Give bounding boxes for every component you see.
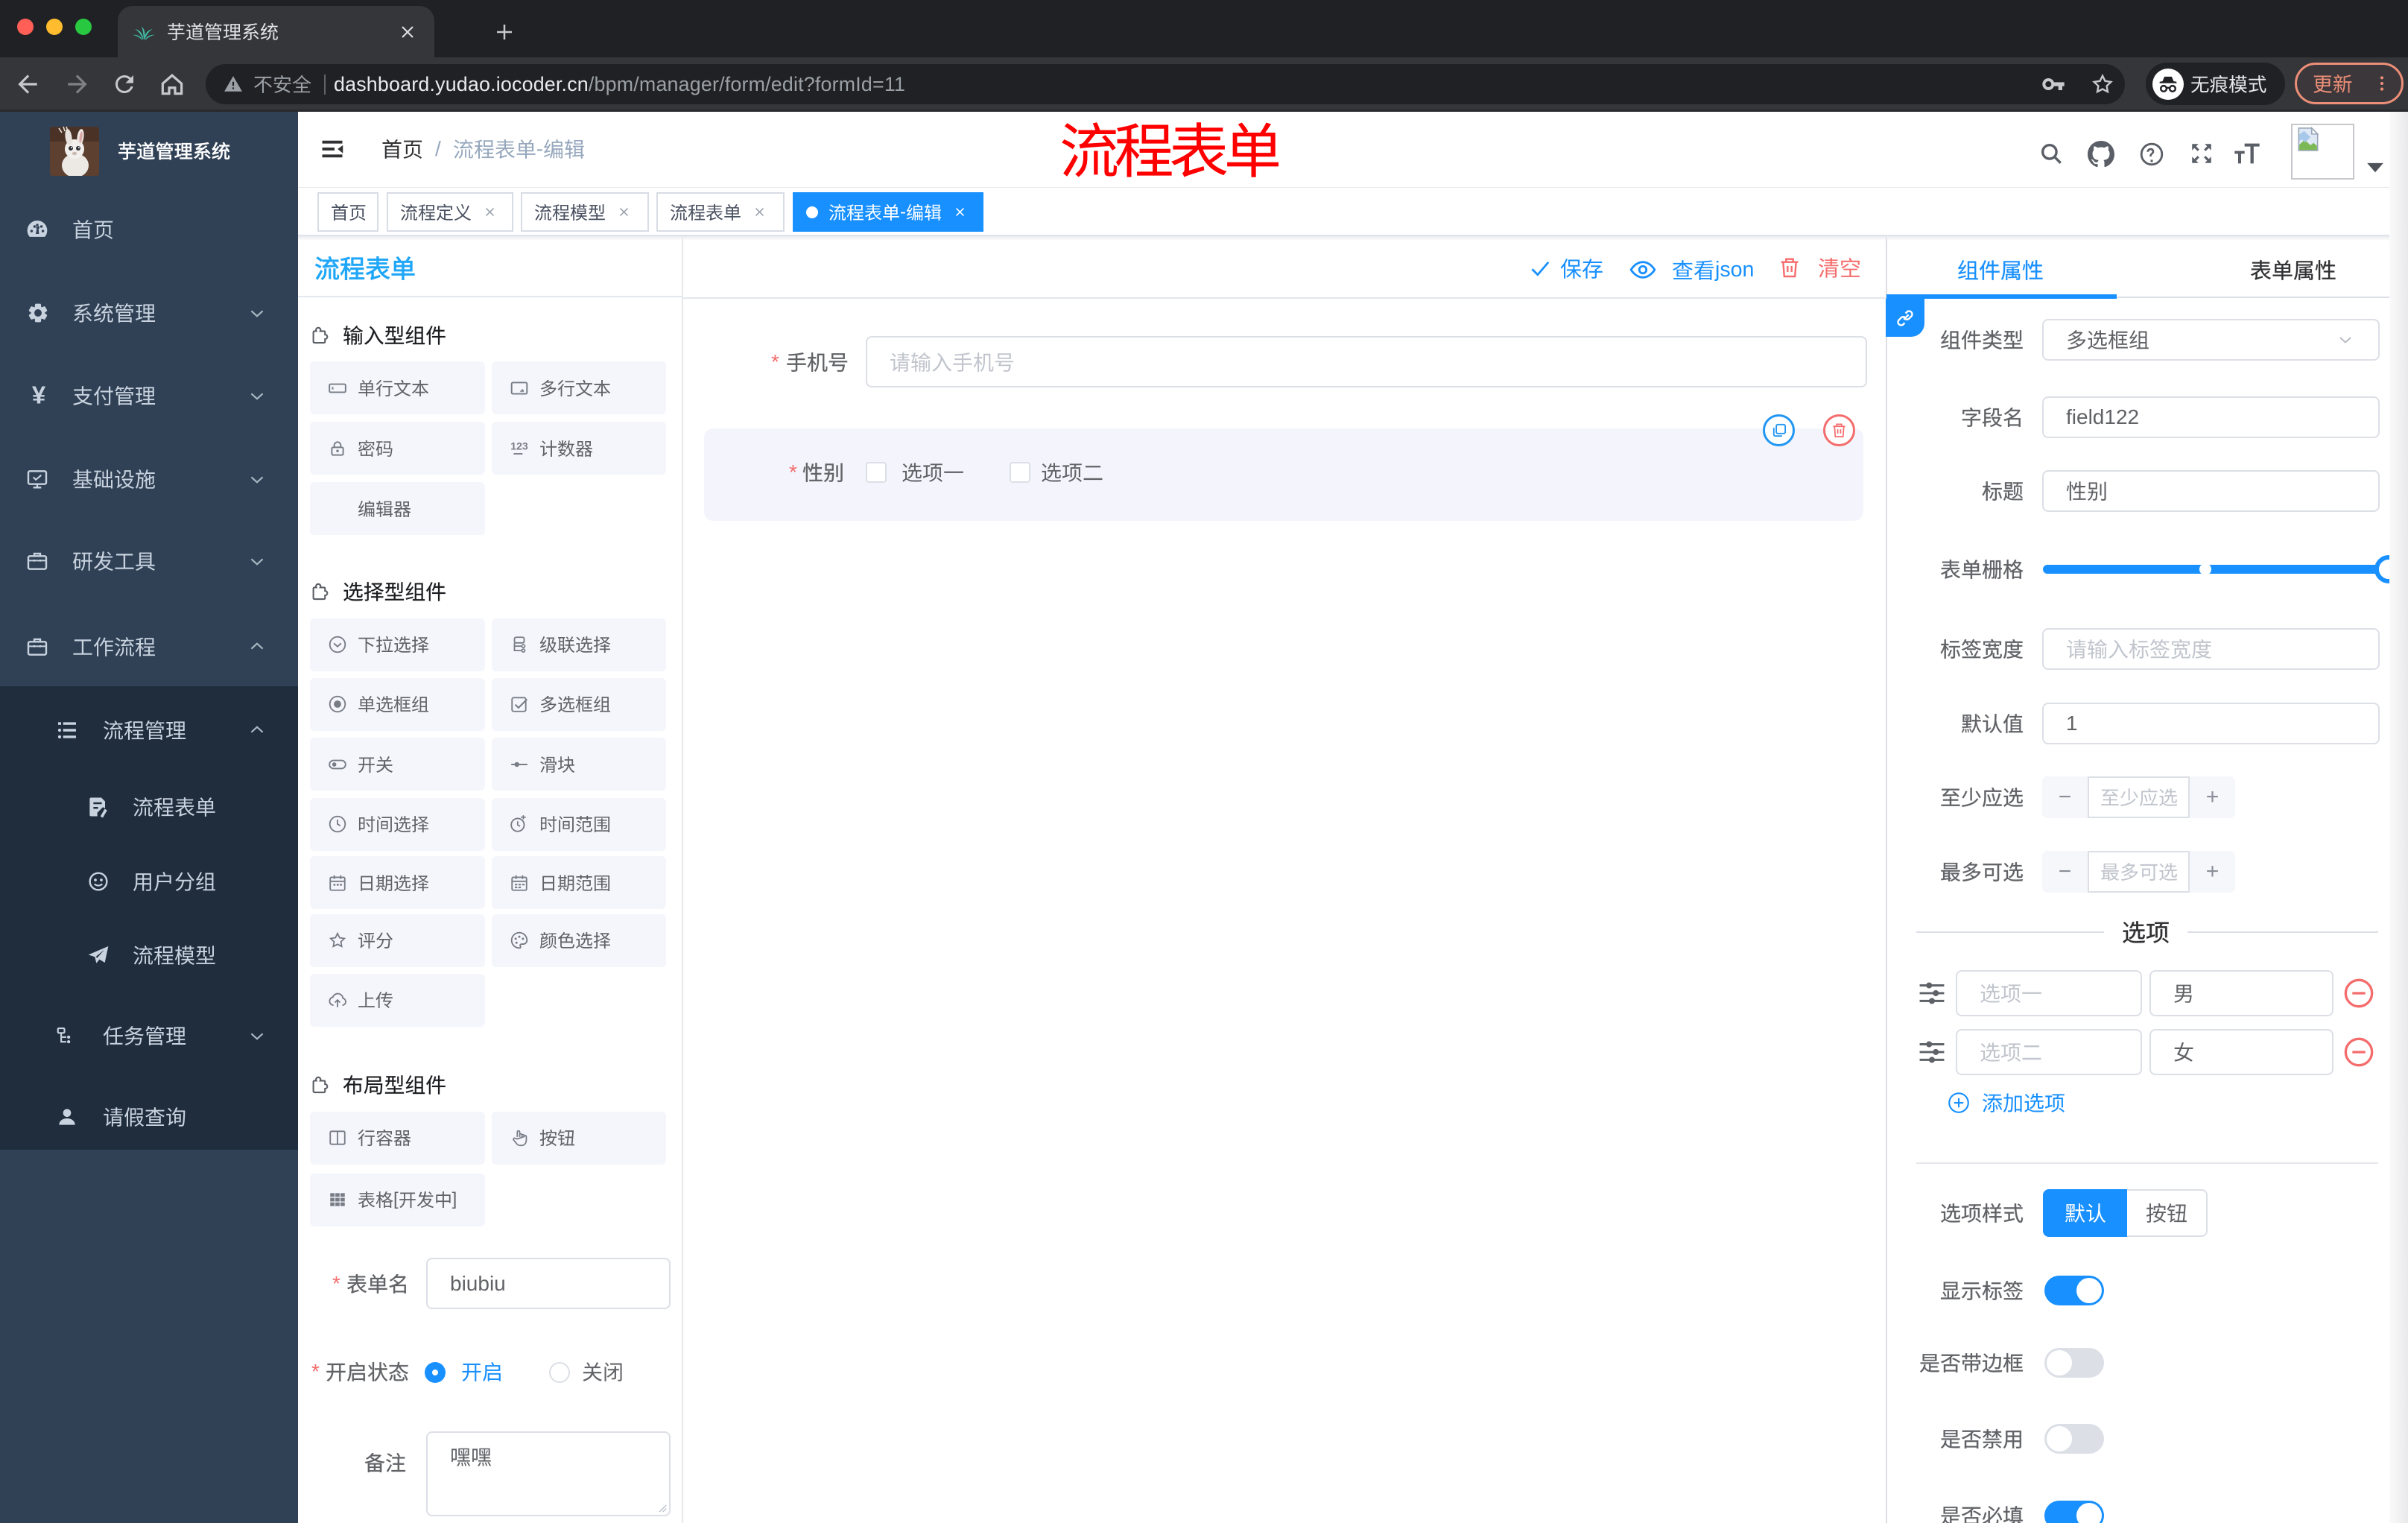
svg-text:123: 123 xyxy=(510,440,528,452)
svg-text:¥: ¥ xyxy=(32,382,46,409)
